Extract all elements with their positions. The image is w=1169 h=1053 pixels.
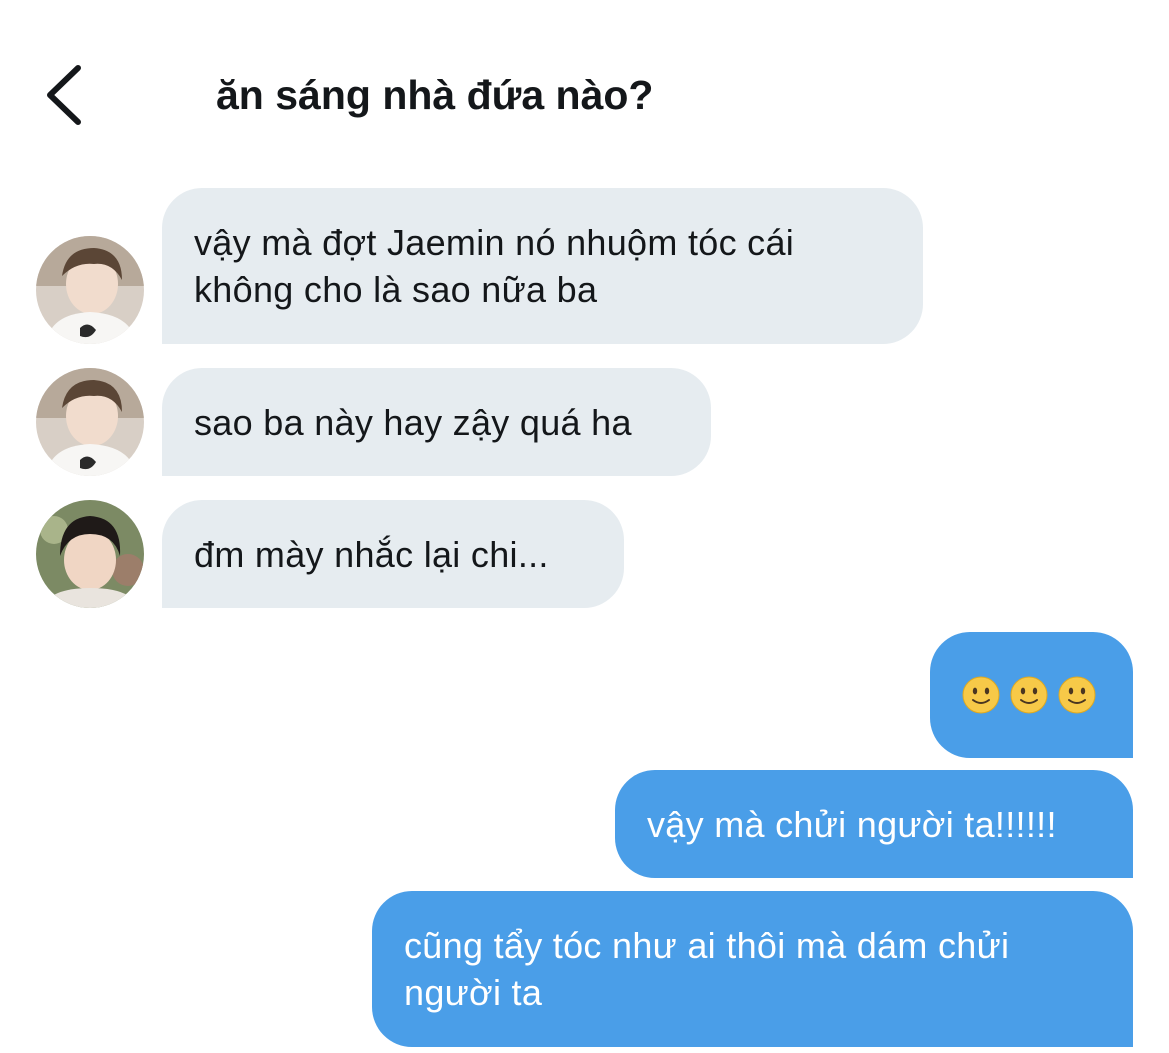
message-text: vậy mà đợt Jaemin nó nhuộm tóc cái không…	[194, 222, 795, 310]
avatar[interactable]	[36, 368, 144, 476]
avatar[interactable]	[36, 500, 144, 608]
message-bubble-outgoing[interactable]	[930, 632, 1133, 758]
message-bubble-outgoing[interactable]: vậy mà chửi người ta!!!!!!	[615, 770, 1133, 878]
emoji-row	[962, 676, 1096, 714]
message-bubble-incoming[interactable]: đm mày nhắc lại chi...	[162, 500, 624, 608]
back-button[interactable]	[38, 62, 94, 128]
message-bubble-incoming[interactable]: sao ba này hay zậy quá ha	[162, 368, 711, 476]
avatar[interactable]	[36, 236, 144, 344]
message-text: vậy mà chửi người ta!!!!!!	[647, 803, 1057, 845]
chevron-left-icon	[47, 65, 81, 125]
message-text: đm mày nhắc lại chi...	[194, 533, 549, 575]
message-text: sao ba này hay zậy quá ha	[194, 401, 632, 443]
slightly-smiling-face-icon	[962, 676, 1000, 714]
message-bubble-outgoing[interactable]: cũng tẩy tóc như ai thôi mà dám chửi ngư…	[372, 891, 1133, 1047]
message-bubble-incoming[interactable]: vậy mà đợt Jaemin nó nhuộm tóc cái không…	[162, 188, 923, 344]
slightly-smiling-face-icon	[1010, 676, 1048, 714]
conversation-title: ăn sáng nhà đứa nào?	[216, 72, 654, 118]
slightly-smiling-face-icon	[1058, 676, 1096, 714]
message-text: cũng tẩy tóc như ai thôi mà dám chửi ngư…	[404, 925, 1010, 1013]
chat-header: ăn sáng nhà đứa nào?	[0, 0, 1169, 170]
